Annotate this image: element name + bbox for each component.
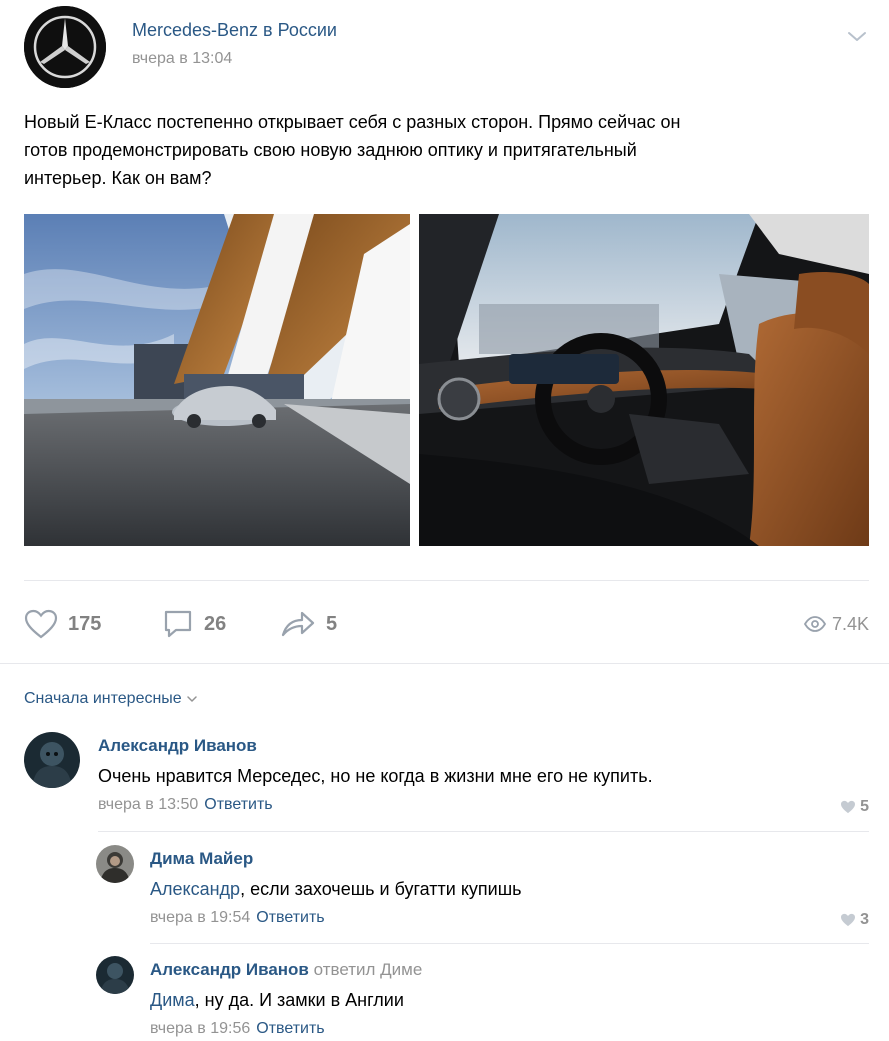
comment-like-button[interactable]: 5	[840, 798, 869, 816]
comment-reply-item: Дима Майер Александр, если захочешь и бу…	[96, 845, 869, 929]
comment-author-name[interactable]: Александр Иванов	[150, 960, 309, 979]
comment-text: Дима, ну да. И замки в Англии	[150, 990, 404, 1011]
post-text-line: Новый E-Класс постепенно открывает себя …	[24, 112, 681, 132]
post-text-line: интерьер. Как он вам?	[24, 168, 212, 188]
comment-meta: вчера в 19:54 Ответить	[150, 909, 325, 927]
share-arrow-icon	[281, 611, 315, 637]
comment-item: Александр Иванов Очень нравится Мерседес…	[24, 732, 869, 822]
comment-reply-item: Александр Иванов ответил Диме Дима, ну д…	[96, 956, 869, 1040]
comment-date[interactable]: вчера в 19:54	[150, 909, 250, 926]
comment-text-body: , ну да. И замки в Англии	[194, 990, 404, 1010]
comment-like-count: 3	[860, 911, 869, 928]
comment-like-button[interactable]: 3	[840, 911, 869, 929]
eye-icon	[803, 616, 826, 632]
reply-link[interactable]: Ответить	[204, 796, 272, 813]
comment-text: Александр, если захочешь и бугатти купиш…	[150, 879, 522, 900]
post-text: Новый E-Класс постепенно открывает себя …	[24, 108, 869, 192]
chevron-down-icon	[186, 696, 197, 702]
comment-meta: вчера в 19:56 Ответить	[150, 1020, 325, 1038]
comment-author[interactable]: Дима Майер	[150, 849, 253, 869]
reply-link[interactable]: Ответить	[256, 1020, 324, 1037]
comment-meta: вчера в 13:50 Ответить	[98, 796, 273, 814]
mention-link[interactable]: Александр	[150, 879, 240, 899]
sort-label: Сначала интересные	[24, 690, 182, 707]
actions-divider	[0, 663, 889, 664]
comment-count: 26	[204, 612, 227, 635]
comment-date[interactable]: вчера в 13:50	[98, 796, 198, 813]
share-button[interactable]: 5	[280, 606, 337, 642]
comment-icon	[164, 610, 192, 638]
comment-date[interactable]: вчера в 19:56	[150, 1020, 250, 1037]
comment-button[interactable]: 26	[162, 606, 226, 642]
comments-sort-toggle[interactable]: Сначала интересные	[24, 690, 198, 708]
mercedes-logo-avatar[interactable]	[24, 6, 106, 88]
comment-author[interactable]: Александр Иванов	[98, 736, 257, 756]
comment-like-count: 5	[860, 798, 869, 815]
chevron-down-icon[interactable]	[845, 26, 869, 46]
comment-author[interactable]: Александр Иванов ответил Диме	[150, 960, 422, 980]
car-interior-photo[interactable]	[419, 214, 869, 546]
views-count: 7.4K	[831, 613, 869, 634]
heart-icon	[841, 800, 856, 814]
post-author-name[interactable]: Mercedes-Benz в России	[132, 20, 337, 41]
post-actions-bar: 175 26 5 7.4K	[24, 606, 869, 642]
share-count: 5	[326, 612, 338, 635]
post-date[interactable]: вчера в 13:04	[132, 50, 232, 68]
comment-divider	[150, 943, 869, 944]
comment-text: Очень нравится Мерседес, но не когда в ж…	[98, 766, 653, 786]
post-header: Mercedes-Benz в России вчера в 13:04	[24, 6, 869, 92]
avatar[interactable]	[24, 732, 80, 788]
like-count: 175	[68, 612, 102, 635]
avatar[interactable]	[96, 956, 134, 994]
post-divider	[24, 580, 869, 581]
heart-icon	[841, 913, 856, 927]
like-button[interactable]: 175	[24, 606, 101, 642]
reply-to-label[interactable]: ответил Диме	[314, 960, 423, 979]
avatar[interactable]	[96, 845, 134, 883]
comment-divider	[98, 831, 869, 832]
car-exterior-photo[interactable]	[24, 214, 410, 546]
reply-link[interactable]: Ответить	[256, 909, 324, 926]
heart-icon	[24, 609, 58, 639]
post-text-line: готов продемонстрировать свою новую задн…	[24, 140, 637, 160]
mercedes-star-icon	[24, 6, 106, 88]
comment-text-body: , если захочешь и бугатти купишь	[240, 879, 522, 899]
views-counter: 7.4K	[803, 606, 869, 642]
mention-link[interactable]: Дима	[150, 990, 195, 1010]
